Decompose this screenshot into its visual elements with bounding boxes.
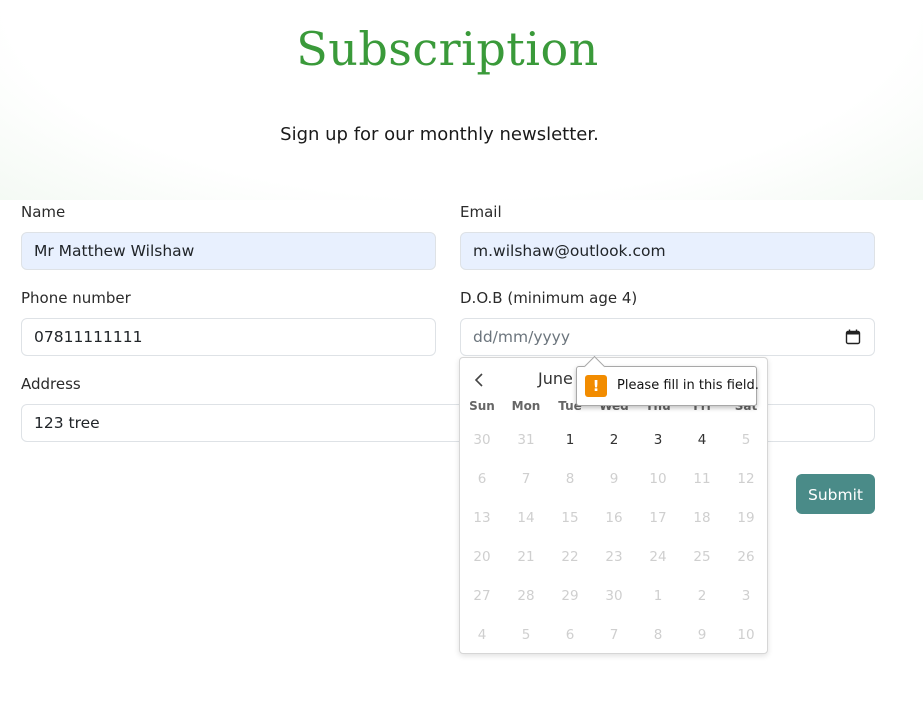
email-input[interactable]: m.wilshaw@outlook.com — [460, 232, 875, 270]
dob-label: D.O.B (minimum age 4) — [460, 289, 638, 307]
validation-message: Please fill in this field. — [617, 378, 759, 393]
address-label: Address — [21, 375, 81, 393]
calendar-day: 10 — [649, 471, 667, 487]
calendar-day: 18 — [693, 510, 711, 526]
calendar-day: 15 — [561, 510, 579, 526]
calendar-day: 8 — [653, 627, 663, 643]
calendar-day: 26 — [737, 549, 755, 565]
calendar-day: 2 — [697, 588, 707, 604]
calendar-day: 17 — [649, 510, 667, 526]
dob-input[interactable]: dd/mm/yyyy — [460, 318, 875, 356]
calendar-day: 7 — [521, 471, 531, 487]
calendar-day: 3 — [741, 588, 751, 604]
calendar-day: 30 — [473, 432, 491, 448]
calendar-day: 6 — [477, 471, 487, 487]
calendar-day[interactable]: 2 — [592, 432, 636, 448]
calendar-day: 25 — [693, 549, 711, 565]
page-subtitle: Sign up for our monthly newsletter. — [280, 124, 599, 145]
calendar-day: 20 — [473, 549, 491, 565]
calendar-day: 6 — [565, 627, 575, 643]
submit-button[interactable]: Submit — [796, 474, 875, 514]
name-label: Name — [21, 203, 66, 221]
calendar-day: 22 — [561, 549, 579, 565]
page-title: Subscription — [296, 22, 599, 76]
calendar-day: 4 — [477, 627, 487, 643]
calendar-weekday: Sun — [469, 399, 495, 413]
calendar-day: 14 — [517, 510, 535, 526]
calendar-day: 21 — [517, 549, 535, 565]
calendar-day[interactable]: 3 — [636, 432, 680, 448]
email-label: Email — [460, 203, 502, 221]
calendar-day: 8 — [565, 471, 575, 487]
calendar-day: 9 — [697, 627, 707, 643]
calendar-day: 28 — [517, 588, 535, 604]
calendar-day: 30 — [605, 588, 623, 604]
name-input[interactable]: Mr Matthew Wilshaw — [21, 232, 436, 270]
calendar-day: 5 — [741, 432, 751, 448]
calendar-day: 1 — [653, 588, 663, 604]
calendar-day[interactable]: 1 — [548, 432, 592, 448]
calendar-day: 29 — [561, 588, 579, 604]
calendar-day: 19 — [737, 510, 755, 526]
chevron-left-icon[interactable] — [472, 372, 486, 388]
calendar-weekday: Mon — [511, 399, 541, 413]
warning-icon: ! — [585, 375, 607, 397]
calendar-day: 24 — [649, 549, 667, 565]
phone-label: Phone number — [21, 289, 131, 307]
calendar-day: 23 — [605, 549, 623, 565]
calendar-day: 10 — [737, 627, 755, 643]
calendar-month-label: June — [538, 369, 573, 388]
calendar-day: 16 — [605, 510, 623, 526]
calendar-day: 31 — [517, 432, 535, 448]
calendar-day: 9 — [609, 471, 619, 487]
dob-placeholder: dd/mm/yyyy — [473, 328, 571, 346]
calendar-day: 11 — [693, 471, 711, 487]
calendar-day: 13 — [473, 510, 491, 526]
phone-input[interactable]: 07811111111 — [21, 318, 436, 356]
calendar-day: 27 — [473, 588, 491, 604]
calendar-day: 5 — [521, 627, 531, 643]
calendar-day[interactable]: 4 — [680, 432, 724, 448]
calendar-day: 7 — [609, 627, 619, 643]
calendar-day: 12 — [737, 471, 755, 487]
calendar-icon[interactable] — [845, 329, 861, 345]
validation-tooltip: ! Please fill in this field. — [576, 355, 759, 406]
